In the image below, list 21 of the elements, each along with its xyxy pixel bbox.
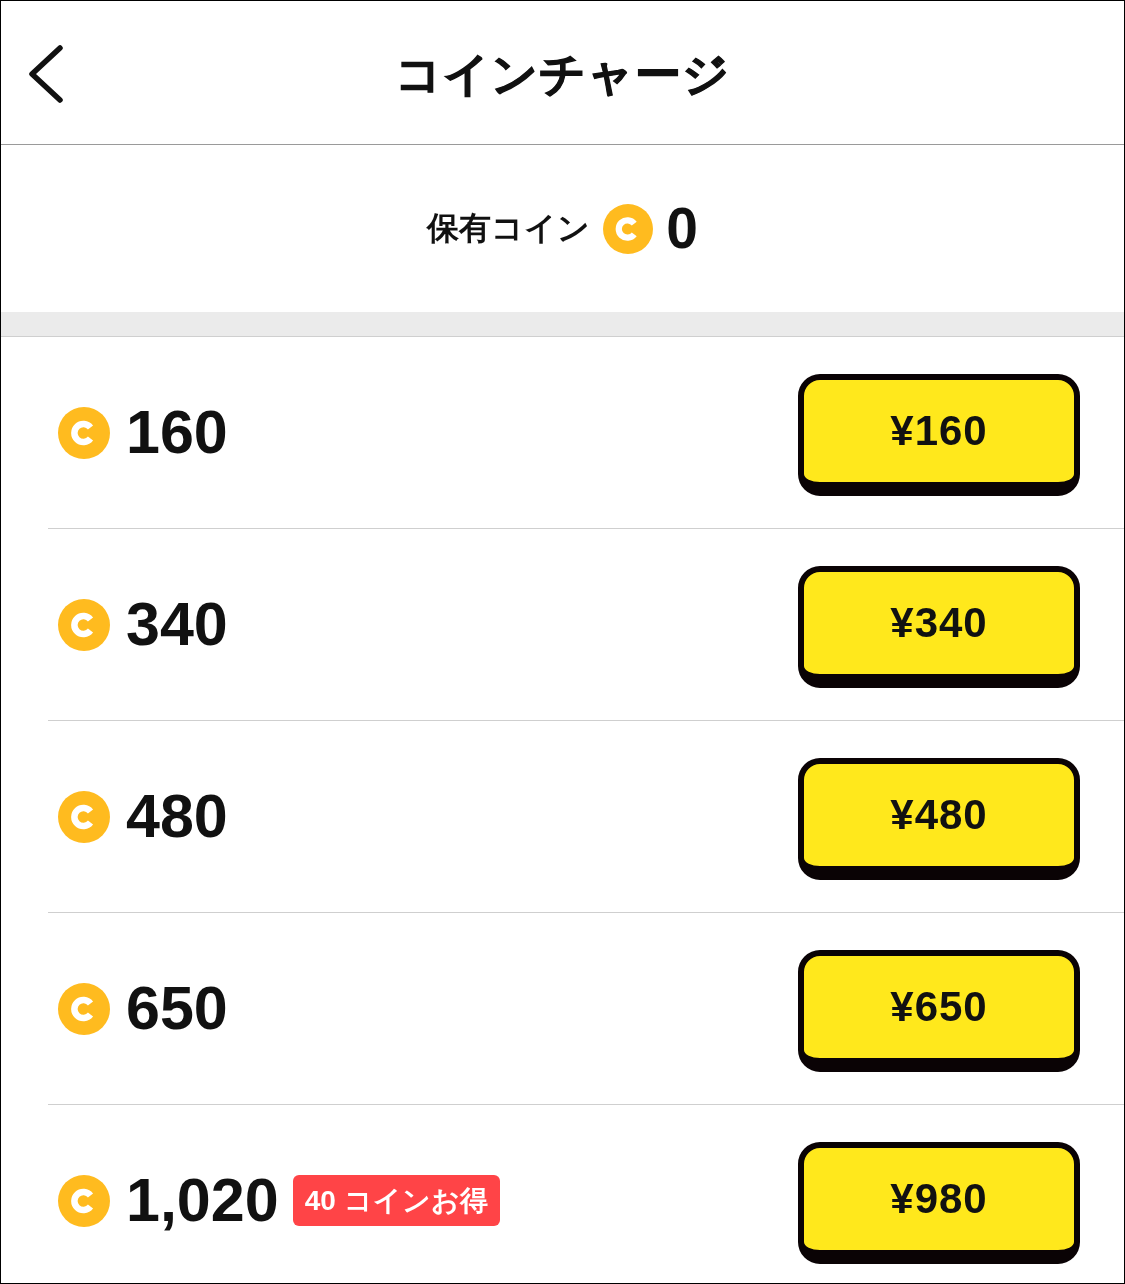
- coin-icon: [58, 406, 110, 459]
- coin-amount: 650: [126, 978, 228, 1039]
- coin-icon: [603, 203, 654, 254]
- price-button[interactable]: ¥340: [798, 565, 1080, 688]
- price-button[interactable]: ¥160: [798, 373, 1080, 496]
- back-icon[interactable]: [27, 44, 65, 103]
- price-button[interactable]: ¥480: [798, 757, 1080, 880]
- page-title: コインチャージ: [395, 46, 730, 102]
- coin-amount: 340: [126, 594, 228, 655]
- coin-amount: 1,020: [126, 1170, 279, 1231]
- balance-amount: 0: [666, 200, 698, 257]
- coin-amount: 160: [126, 402, 228, 463]
- price-button[interactable]: ¥650: [798, 949, 1080, 1072]
- balance-label: 保有コイン: [427, 208, 591, 248]
- coin-icon: [58, 598, 110, 651]
- coin-icon: [58, 790, 110, 843]
- coin-amount: 480: [126, 786, 228, 847]
- price-button[interactable]: ¥980: [798, 1141, 1080, 1264]
- bonus-badge: 40 コインお得: [292, 1175, 500, 1226]
- coin-icon: [58, 982, 110, 1035]
- coin-icon: [58, 1174, 110, 1227]
